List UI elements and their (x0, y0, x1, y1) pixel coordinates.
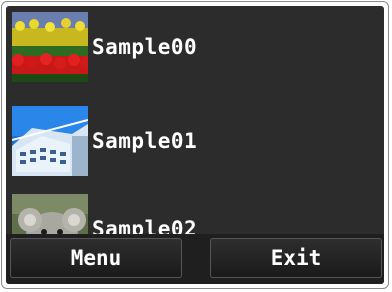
softkey-bar: Menu Exit (6, 234, 384, 284)
exit-button[interactable]: Exit (210, 238, 382, 278)
building-sky-photo-icon (12, 106, 88, 176)
file-item-sample00[interactable]: Sample00 (12, 10, 272, 84)
file-name: Sample01 (92, 129, 198, 153)
file-name: Sample00 (92, 35, 198, 59)
device-frame: Sample00 Sample01 Sample02 Menu Exit (1, 1, 389, 289)
screen: Sample00 Sample01 Sample02 Menu Exit (6, 6, 384, 284)
tulip-field-photo-icon (12, 12, 88, 82)
menu-button[interactable]: Menu (10, 238, 182, 278)
file-item-sample01[interactable]: Sample01 (12, 104, 272, 178)
